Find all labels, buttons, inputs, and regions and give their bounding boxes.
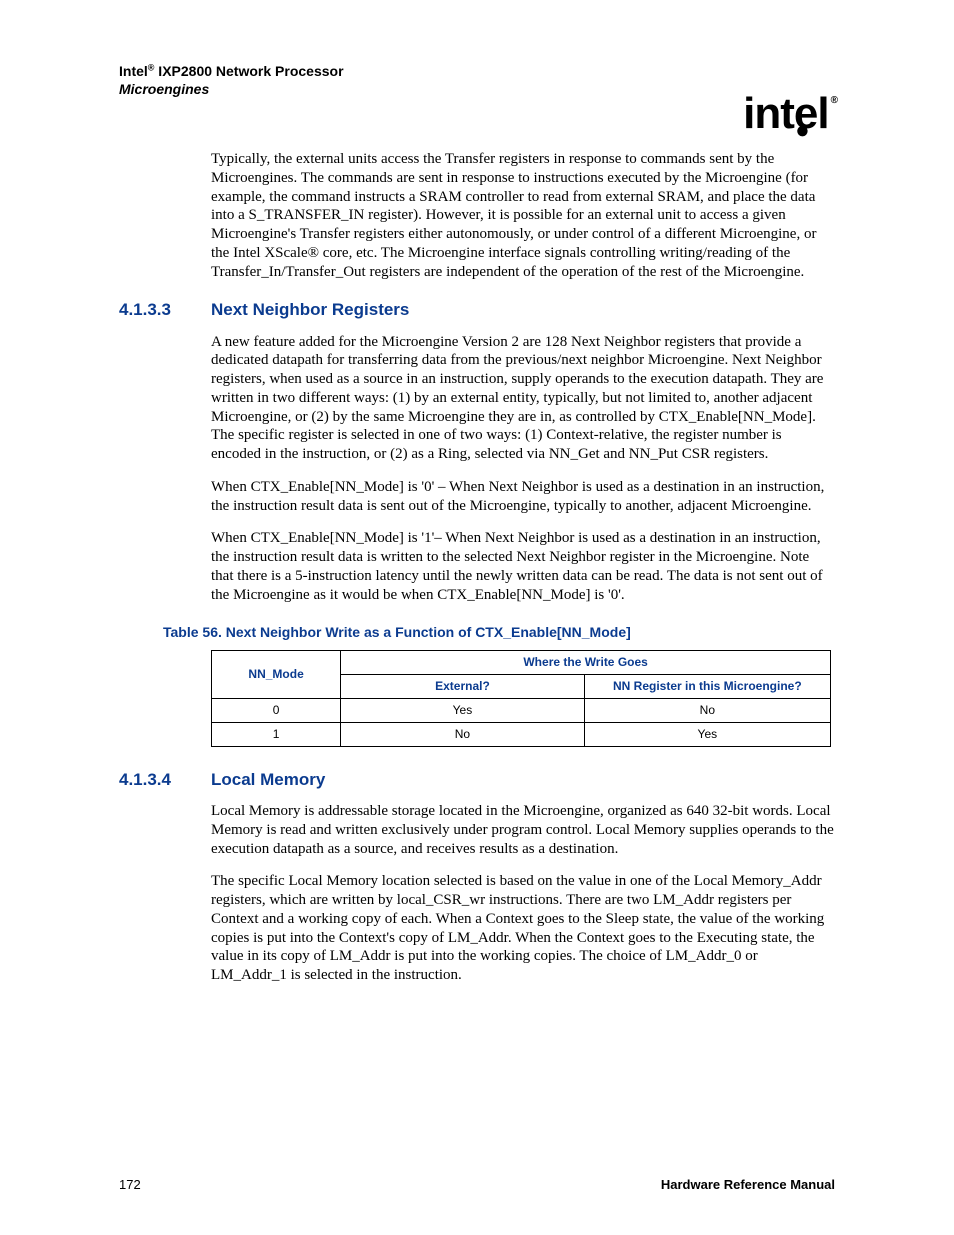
page-header: Intel® IXP2800 Network Processor Microen… [119,62,835,142]
th-nn-register: NN Register in this Microengine? [584,674,830,698]
cell-ext-1: No [341,722,584,746]
section-4133-p3: When CTX_Enable[NN_Mode] is '1'– When Ne… [211,529,835,604]
cell-ext-0: Yes [341,698,584,722]
doc-title: Intel® IXP2800 Network Processor [119,62,835,80]
title-post: IXP2800 Network Processor [154,63,343,79]
page: Intel® IXP2800 Network Processor Microen… [0,0,954,1235]
header-text-block: Intel® IXP2800 Network Processor Microen… [119,62,835,98]
content-area: Typically, the external units access the… [119,150,835,999]
doc-subtitle: Microengines [119,80,835,98]
section-number: 4.1.3.4 [119,769,211,790]
th-where-write-goes: Where the Write Goes [341,650,831,674]
intro-paragraph: Typically, the external units access the… [211,150,835,281]
section-4134-p1: Local Memory is addressable storage loca… [211,802,835,858]
intro-block: Typically, the external units access the… [211,150,835,281]
section-4133-p2: When CTX_Enable[NN_Mode] is '0' – When N… [211,478,835,516]
cell-nn-0: No [584,698,830,722]
th-external: External? [341,674,584,698]
section-4133-p1: A new feature added for the Microengine … [211,333,835,464]
section-4133-body: A new feature added for the Microengine … [211,333,835,605]
cell-nn-1: Yes [584,722,830,746]
section-4133-heading: 4.1.3.3 Next Neighbor Registers [119,299,835,320]
logo-text: inte●l [743,89,828,138]
section-title: Local Memory [211,769,325,790]
intel-logo: inte●l® [743,92,835,136]
section-4134-body: Local Memory is addressable storage loca… [211,802,835,985]
table-header-row-1: NN_Mode Where the Write Goes [212,650,831,674]
page-number: 172 [119,1177,141,1193]
cell-mode-1: 1 [212,722,341,746]
cell-mode-0: 0 [212,698,341,722]
title-pre: Intel [119,63,148,79]
table-row: 1 No Yes [212,722,831,746]
doc-name: Hardware Reference Manual [661,1177,835,1193]
page-footer: 172 Hardware Reference Manual [119,1177,835,1193]
table-row: 0 Yes No [212,698,831,722]
table56-caption: Table 56. Next Neighbor Write as a Funct… [163,624,835,642]
logo-reg: ® [831,95,837,106]
section-number: 4.1.3.3 [119,299,211,320]
section-4134-heading: 4.1.3.4 Local Memory [119,769,835,790]
th-nn-mode: NN_Mode [212,650,341,698]
table56: NN_Mode Where the Write Goes External? N… [211,650,831,747]
section-title: Next Neighbor Registers [211,299,409,320]
section-4134-p2: The specific Local Memory location selec… [211,872,835,985]
